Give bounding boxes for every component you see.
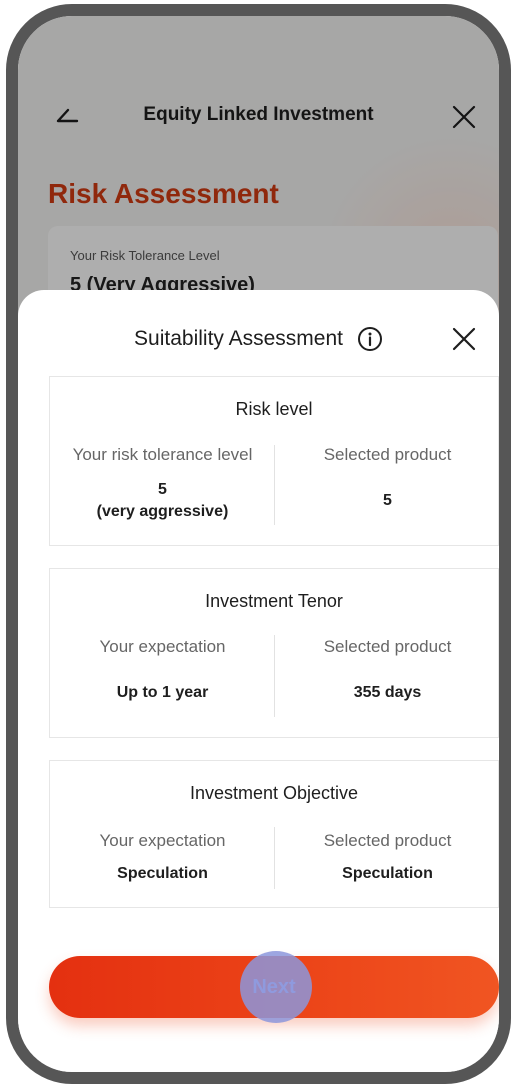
user-label: Your expectation [99, 637, 226, 656]
user-value-sub: (very aggressive) [96, 503, 229, 520]
info-icon [357, 327, 382, 351]
product-column: Selected product 5 [275, 445, 499, 512]
user-column: Your expectation Speculation [50, 831, 275, 885]
product-label: Selected product [323, 637, 452, 656]
product-value: 355 days [353, 684, 422, 701]
info-button[interactable] [357, 326, 383, 352]
investment-tenor-card: Investment Tenor Your expectation Up to … [49, 568, 499, 738]
card-title: Investment Tenor [205, 591, 343, 611]
card-title: Risk level [235, 399, 313, 419]
user-label: Your risk tolerance level [72, 445, 253, 464]
card-title: Investment Objective [189, 783, 359, 803]
sheet-close-button[interactable] [447, 322, 481, 356]
investment-objective-card: Investment Objective Your expectation Sp… [49, 760, 499, 908]
phone-frame: Equity Linked Investment Risk Assessment… [6, 4, 511, 1084]
suitability-sheet: Suitability Assessment Risk level Your r… [18, 290, 499, 1072]
close-icon [452, 327, 476, 351]
user-label: Your expectation [99, 831, 226, 850]
user-column: Your risk tolerance level 5 (very aggres… [50, 445, 275, 523]
product-value: 5 [383, 492, 392, 509]
sheet-title-row: Suitability Assessment [18, 324, 499, 354]
sheet-title: Suitability Assessment [134, 327, 343, 350]
touch-indicator [240, 951, 312, 1023]
risk-level-card: Risk level Your risk tolerance level 5 (… [49, 376, 499, 546]
user-column: Your expectation Up to 1 year [50, 637, 275, 704]
product-column: Selected product Speculation [275, 831, 499, 885]
product-value: Speculation [342, 865, 433, 882]
product-label: Selected product [323, 831, 452, 850]
user-value: Speculation [117, 865, 208, 882]
user-value: 5 [158, 481, 167, 498]
product-label: Selected product [323, 445, 452, 464]
user-value: Up to 1 year [116, 684, 209, 701]
product-column: Selected product 355 days [275, 637, 499, 704]
